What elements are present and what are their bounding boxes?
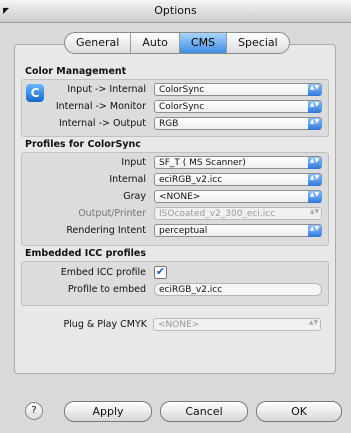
gray-label: Gray — [123, 191, 146, 202]
rendering-intent-popup[interactable]: perceptual ▲▼ — [154, 224, 322, 237]
internal-monitor-popup[interactable]: ColorSync ▲▼ — [154, 100, 322, 113]
help-button[interactable]: ? — [25, 402, 43, 420]
row-internal-output: Internal -> Output RGB ▲▼ — [22, 116, 328, 133]
embed-icc-label: Embed ICC profile — [60, 267, 146, 278]
popup-arrows-icon: ▲▼ — [308, 157, 321, 169]
profile-to-embed-label: Profile to embed — [67, 284, 146, 295]
input-internal-value: ColorSync — [159, 85, 205, 95]
profiles-title: Profiles for ColorSync — [25, 139, 141, 150]
popup-arrows-icon: ▲▼ — [308, 319, 319, 326]
rendering-intent-value: perceptual — [159, 226, 208, 236]
row-rendering-intent: Rendering Intent perceptual ▲▼ — [22, 223, 328, 240]
popup-arrows-icon: ▲▼ — [308, 225, 321, 237]
ok-button[interactable]: OK — [256, 401, 342, 422]
plug-play-value: <NONE> — [158, 320, 200, 330]
plug-play-label: Plug & Play CMYK — [63, 319, 147, 330]
internal-output-popup[interactable]: RGB ▲▼ — [154, 117, 322, 130]
popup-arrows-icon: ▲▼ — [308, 174, 321, 186]
window-title: Options — [154, 4, 197, 17]
internal-monitor-label: Internal -> Monitor — [55, 101, 146, 112]
output-printer-popup: ISOcoated_v2_300_eci.icc ▲▼ — [154, 207, 322, 220]
input-profile-popup[interactable]: SF_T ( MS Scanner) ▲▼ — [154, 156, 322, 169]
plug-play-section: Plug & Play CMYK <NONE> ▲▼ — [21, 317, 329, 334]
embedded-title: Embedded ICC profiles — [25, 248, 146, 259]
row-internal: Internal eciRGB_v2.icc ▲▼ — [22, 172, 328, 189]
apply-button[interactable]: Apply — [64, 401, 152, 422]
tab-special[interactable]: Special — [227, 33, 289, 53]
tab-bar: General Auto CMS Special — [64, 32, 290, 54]
options-panel: Color Management C Input -> Internal Col… — [14, 44, 336, 374]
embedded-section: Embedded ICC profiles Embed ICC profile … — [21, 247, 329, 306]
output-printer-value: ISOcoated_v2_300_eci.icc — [159, 209, 276, 219]
row-plug-play: Plug & Play CMYK <NONE> ▲▼ — [21, 317, 329, 334]
internal-label: Internal — [109, 174, 146, 185]
popup-arrows-icon: ▲▼ — [309, 208, 320, 215]
rendering-intent-label: Rendering Intent — [66, 225, 146, 236]
popup-arrows-icon: ▲▼ — [308, 84, 321, 96]
popup-arrows-icon: ▲▼ — [308, 118, 321, 130]
profiles-box: Input SF_T ( MS Scanner) ▲▼ Internal eciR… — [21, 152, 329, 246]
profiles-section: Profiles for ColorSync Input SF_T ( MS S… — [21, 138, 329, 246]
row-input: Input SF_T ( MS Scanner) ▲▼ — [22, 155, 328, 172]
internal-profile-popup[interactable]: eciRGB_v2.icc ▲▼ — [154, 173, 322, 186]
popup-arrows-icon: ▲▼ — [308, 101, 321, 113]
internal-output-value: RGB — [159, 119, 179, 129]
gray-profile-popup[interactable]: <NONE> ▲▼ — [154, 190, 322, 203]
embed-icc-checkbox[interactable]: ✔ — [154, 266, 167, 279]
internal-output-label: Internal -> Output — [58, 118, 146, 129]
cancel-button[interactable]: Cancel — [160, 401, 248, 422]
row-embed-icc: Embed ICC profile ✔ — [22, 265, 328, 282]
internal-monitor-value: ColorSync — [159, 102, 205, 112]
row-profile-to-embed: Profile to embed eciRGB_v2.icc — [22, 282, 328, 299]
title-bar: ◤ Options — [0, 0, 351, 23]
color-management-section: Color Management C Input -> Internal Col… — [21, 65, 329, 137]
tab-auto[interactable]: Auto — [131, 33, 180, 53]
color-management-title: Color Management — [25, 66, 127, 77]
gray-profile-value: <NONE> — [159, 192, 201, 202]
input-internal-label: Input -> Internal — [67, 84, 146, 95]
tab-general[interactable]: General — [65, 33, 132, 53]
internal-profile-value: eciRGB_v2.icc — [159, 175, 223, 185]
row-input-internal: Input -> Internal ColorSync ▲▼ — [22, 82, 328, 99]
plug-play-popup: <NONE> ▲▼ — [153, 318, 321, 331]
embedded-box: Embed ICC profile ✔ Profile to embed eci… — [21, 261, 329, 306]
profile-to-embed-field[interactable]: eciRGB_v2.icc — [154, 283, 322, 296]
popup-arrows-icon: ▲▼ — [308, 191, 321, 203]
resize-corner-icon: ◤ — [3, 6, 10, 15]
input-profile-value: SF_T ( MS Scanner) — [159, 158, 246, 168]
input-label: Input — [121, 157, 146, 168]
row-internal-monitor: Internal -> Monitor ColorSync ▲▼ — [22, 99, 328, 116]
row-gray: Gray <NONE> ▲▼ — [22, 189, 328, 206]
color-management-box: C Input -> Internal ColorSync ▲▼ Internal… — [21, 79, 329, 137]
input-internal-popup[interactable]: ColorSync ▲▼ — [154, 83, 322, 96]
tab-cms[interactable]: CMS — [179, 33, 228, 53]
output-printer-label: Output/Printer — [78, 208, 146, 219]
row-output-printer: Output/Printer ISOcoated_v2_300_eci.icc ▲… — [22, 206, 328, 223]
